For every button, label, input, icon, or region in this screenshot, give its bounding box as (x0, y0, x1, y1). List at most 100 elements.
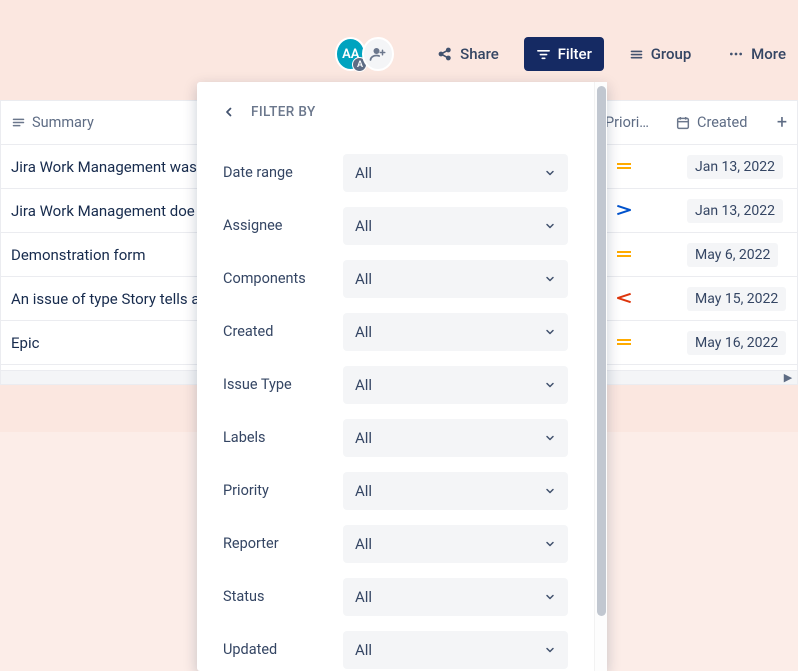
share-button[interactable]: Share (425, 37, 511, 71)
filter-field-label: Priority (223, 482, 343, 499)
filter-field-label: Updated (223, 641, 343, 658)
filter-field-label: Status (223, 588, 343, 605)
filter-field-label: Date range (223, 164, 343, 181)
cell-priority (597, 159, 679, 175)
filter-select[interactable]: All (343, 207, 568, 245)
filter-field-label: Assignee (223, 217, 343, 234)
filter-select-value: All (355, 641, 372, 659)
chevron-down-icon (544, 485, 556, 497)
filter-select-value: All (355, 482, 372, 500)
created-date-pill: Jan 13, 2022 (687, 155, 783, 179)
cell-created: Jan 13, 2022 (679, 155, 797, 179)
filter-panel-title: FILTER BY (251, 104, 316, 120)
filter-select[interactable]: All (343, 631, 568, 669)
filter-label: Filter (558, 45, 592, 63)
plus-icon: + (777, 112, 787, 133)
summary-icon (11, 115, 26, 130)
share-label: Share (460, 45, 499, 63)
app-root: AA A Share (0, 0, 798, 671)
filter-row: Components All (223, 252, 568, 305)
filter-row: Issue Type All (223, 358, 568, 411)
filter-row: Reporter All (223, 517, 568, 570)
filter-select-value: All (355, 217, 372, 235)
group-button[interactable]: Group (617, 37, 704, 71)
filter-select-value: All (355, 429, 372, 447)
priority-medium-icon (617, 249, 631, 259)
filter-select[interactable]: All (343, 578, 568, 616)
filter-select-value: All (355, 270, 372, 288)
filter-select-value: All (355, 376, 372, 394)
toolbar: AA A Share (0, 34, 798, 74)
share-icon (437, 46, 453, 62)
filter-select[interactable]: All (343, 525, 568, 563)
created-date-pill: May 16, 2022 (687, 331, 786, 355)
filter-panel-scrollbar[interactable] (594, 82, 607, 671)
cell-summary: An issue of type Story tells a (1, 290, 201, 308)
cell-summary: Demonstration form (1, 246, 201, 264)
filter-select[interactable]: All (343, 472, 568, 510)
filter-row: Priority All (223, 464, 568, 517)
filter-icon (536, 47, 551, 62)
column-created-label: Created (697, 114, 747, 131)
filter-select[interactable]: All (343, 419, 568, 457)
filter-select-value: All (355, 588, 372, 606)
filter-select-value: All (355, 535, 372, 553)
cell-priority (597, 291, 679, 307)
column-priority-label: Priori… (605, 114, 649, 131)
priority-medium-icon (617, 161, 631, 171)
filter-row: Labels All (223, 411, 568, 464)
more-button[interactable]: More (716, 37, 798, 71)
chevron-down-icon (544, 379, 556, 391)
scrollbar-thumb[interactable] (597, 86, 606, 616)
add-person-icon (369, 45, 387, 63)
cell-summary: Jira Work Management was (1, 158, 201, 176)
cell-created: May 6, 2022 (679, 243, 797, 267)
cell-created: May 16, 2022 (679, 331, 797, 355)
filter-select[interactable]: All (343, 313, 568, 351)
group-label: Group (651, 45, 692, 63)
add-column-button[interactable]: + (767, 112, 797, 133)
filter-select[interactable]: All (343, 154, 568, 192)
cell-summary: Jira Work Management doe (1, 202, 201, 220)
filter-field-label: Labels (223, 429, 343, 446)
more-label: More (751, 45, 786, 63)
chevron-down-icon (544, 644, 556, 656)
filter-back-button[interactable] (223, 106, 235, 118)
chevron-down-icon (544, 326, 556, 338)
filter-field-label: Created (223, 323, 343, 340)
chevron-left-icon (223, 106, 235, 118)
column-created[interactable]: Created (667, 114, 767, 131)
filter-field-label: Issue Type (223, 376, 343, 393)
chevron-down-icon (544, 167, 556, 179)
filter-row: CreatedAll (223, 305, 568, 358)
column-summary-label: Summary (32, 114, 94, 131)
cell-priority (597, 247, 679, 263)
created-date-pill: May 6, 2022 (687, 243, 778, 267)
filter-select-value: All (355, 164, 372, 182)
filter-button[interactable]: Filter (524, 37, 604, 71)
column-summary[interactable]: Summary (1, 114, 201, 131)
calendar-icon (675, 115, 691, 131)
cell-priority (597, 203, 679, 219)
cell-created: May 15, 2022 (679, 287, 797, 311)
chevron-down-icon (544, 591, 556, 603)
filter-select[interactable]: All (343, 260, 568, 298)
filter-field-label: Components (223, 270, 343, 287)
filter-row: Assignee All (223, 199, 568, 252)
scroll-right-icon: ▶ (779, 371, 797, 384)
cell-created: Jan 13, 2022 (679, 199, 797, 223)
chevron-down-icon (544, 538, 556, 550)
priority-low-icon (617, 203, 631, 215)
chevron-down-icon (544, 432, 556, 444)
created-date-pill: Jan 13, 2022 (687, 199, 783, 223)
chevron-down-icon (544, 273, 556, 285)
filter-row: Status All (223, 570, 568, 623)
cell-summary: Epic (1, 334, 201, 352)
group-icon (629, 47, 644, 62)
priority-medium-icon (617, 337, 631, 347)
filter-select[interactable]: All (343, 366, 568, 404)
filter-field-label: Reporter (223, 535, 343, 552)
filter-row: Date range All (223, 146, 568, 199)
more-icon (728, 46, 744, 62)
add-person-button[interactable] (362, 37, 393, 71)
